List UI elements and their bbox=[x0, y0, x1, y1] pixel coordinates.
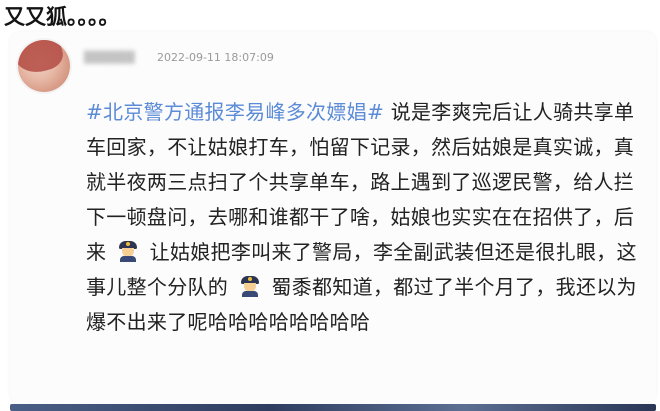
user-avatar[interactable] bbox=[18, 40, 70, 92]
police-officer-icon bbox=[239, 275, 261, 297]
username-blurred: ██████ bbox=[84, 51, 135, 64]
bottom-image-strip bbox=[10, 404, 656, 411]
hashtag-link[interactable]: #北京警方通报李易峰多次嫖娼# bbox=[86, 100, 384, 124]
police-officer-icon bbox=[117, 240, 139, 262]
post-timestamp: 2022-09-11 18:07:09 bbox=[157, 51, 274, 64]
post-body: #北京警方通报李易峰多次嫖娼# 说是李爽完后让人骑共享单车回家，不让姑娘打车，怕… bbox=[86, 95, 646, 340]
top-header-text: 又又狐。。。。 bbox=[4, 5, 120, 29]
